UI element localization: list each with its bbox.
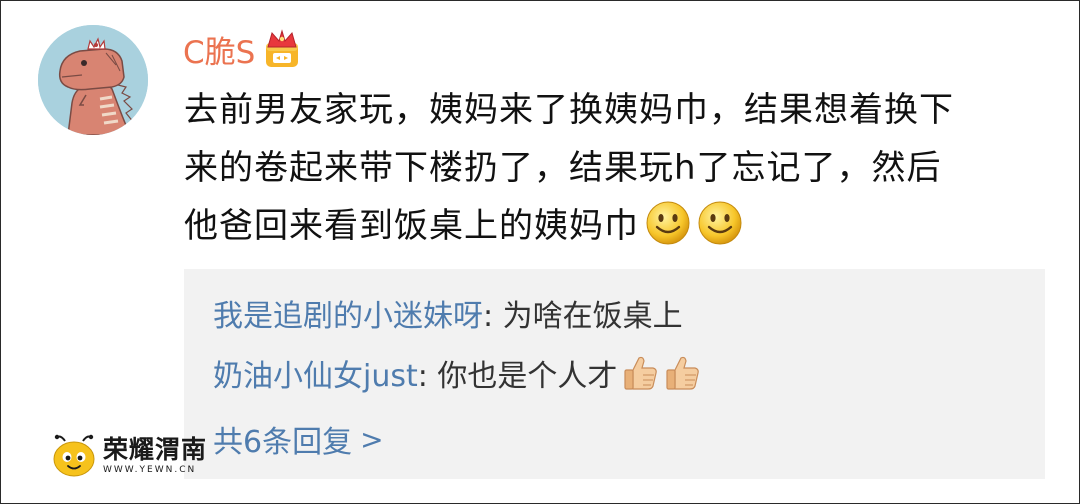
watermark-text: 荣耀渭南 WWW.YEWN.CN <box>103 436 207 476</box>
comment-author[interactable]: C脆S <box>183 25 301 73</box>
thumbs-up-emoji-icon <box>666 356 700 390</box>
watermark-url: WWW.YEWN.CN <box>103 465 197 475</box>
smile-emoji-icon <box>646 201 690 245</box>
watermark-title: 荣耀渭南 <box>103 435 208 464</box>
bee-logo-icon <box>53 434 95 477</box>
username[interactable]: C脆S <box>183 27 255 72</box>
replies-panel[interactable]: 我是追剧的小迷妹呀: 为啥在饭桌上 奶油小仙女just: 你也是个人才 共6条回… <box>184 269 1045 479</box>
reply-author[interactable]: 奶油小仙女just <box>213 359 418 394</box>
dinosaur-avatar-icon <box>38 25 148 135</box>
comment-line-text: 他爸回来看到饭桌上的姨妈巾 <box>184 206 639 246</box>
reply-separator: : <box>483 299 503 334</box>
avatar[interactable] <box>38 25 148 135</box>
reply-text: 你也是个人才 <box>437 359 618 394</box>
reply-separator: : <box>417 359 438 394</box>
reply-author[interactable]: 我是追剧的小迷妹呀 <box>213 299 483 334</box>
chevron-right-icon[interactable]: > <box>360 423 383 456</box>
reply-item[interactable]: 奶油小仙女just: 你也是个人才 <box>213 351 701 395</box>
thumbs-up-emoji-icon <box>624 356 658 390</box>
crown-badge-icon[interactable] <box>263 29 301 69</box>
comment-line: 来的卷起来带下楼扔了，结果玩h了忘记了，然后 <box>184 148 942 188</box>
more-replies-link[interactable]: 共6条回复 > <box>213 417 384 461</box>
comment-card: C脆S 去前男友家玩，姨妈来了换姨妈巾，结果想着换下 来的卷起来带下楼扔了，结果… <box>0 0 1080 504</box>
comment-line: 去前男友家玩，姨妈来了换姨妈巾，结果想着换下 <box>184 90 954 130</box>
comment-line-last: 他爸回来看到饭桌上的姨妈巾 <box>184 197 1054 255</box>
comment-body: 去前男友家玩，姨妈来了换姨妈巾，结果想着换下 来的卷起来带下楼扔了，结果玩h了忘… <box>184 81 1054 255</box>
reply-text: 为啥在饭桌上 <box>502 299 683 334</box>
more-replies-label[interactable]: 共6条回复 <box>213 417 352 461</box>
watermark: 荣耀渭南 WWW.YEWN.CN <box>51 431 207 481</box>
smile-emoji-icon <box>698 201 742 245</box>
reply-item[interactable]: 我是追剧的小迷妹呀: 为啥在饭桌上 <box>213 291 683 335</box>
